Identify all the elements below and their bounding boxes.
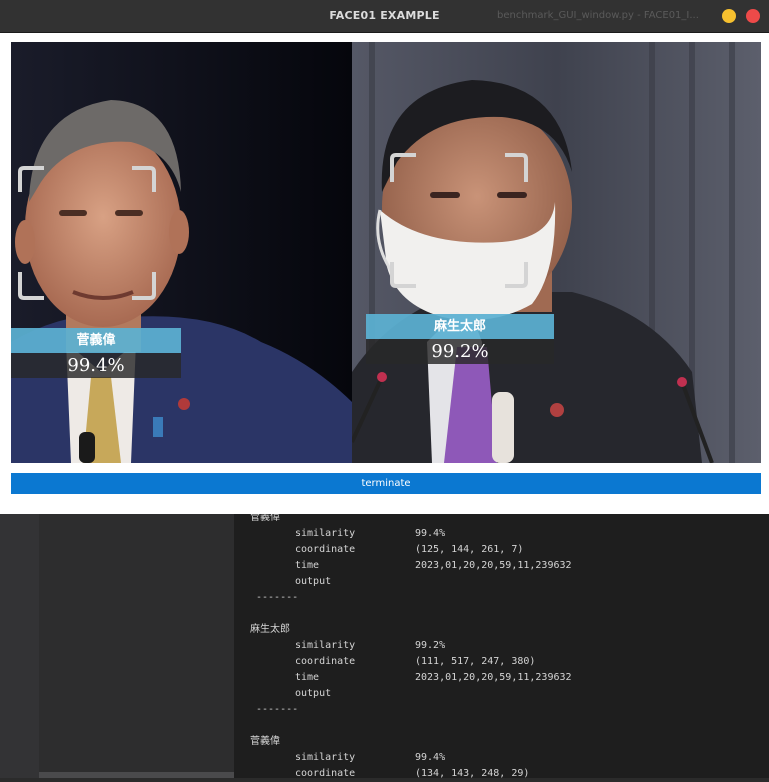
- video-frame-right: 麻生太郎 99.2%: [352, 42, 761, 463]
- log-field: output: [250, 686, 760, 702]
- face-name-label: 菅義偉: [11, 328, 181, 353]
- log-field-value: (111, 517, 247, 380): [415, 656, 536, 667]
- video-image-left: [11, 42, 352, 463]
- log-field-value: 99.4%: [415, 752, 446, 763]
- sidebar-scrollbar[interactable]: [39, 772, 234, 778]
- log-field: similarity 99.2%: [250, 638, 760, 654]
- face-similarity-score: 99.2%: [366, 339, 554, 364]
- log-field: coordinate (134, 143, 248, 29): [250, 766, 760, 782]
- log-separator: -------: [256, 592, 299, 603]
- window-title: FACE01 EXAMPLE: [329, 9, 440, 22]
- video-image-right: [352, 42, 761, 463]
- video-frame-left: 菅義偉 99.4%: [11, 42, 352, 463]
- log-field-key: output: [295, 576, 332, 587]
- log-field: similarity 99.4%: [250, 750, 760, 766]
- title-bar[interactable]: benchmark_GUI_window.py - FACE01_I... FA…: [0, 0, 769, 33]
- activity-bar: [0, 514, 39, 778]
- log-separator: -------: [256, 704, 299, 715]
- log-field-value: (134, 143, 248, 29): [415, 768, 530, 779]
- log-field-value: 2023,01,20,20,59,11,239632: [415, 560, 572, 571]
- log-field-key: coordinate: [295, 656, 356, 667]
- terminate-button[interactable]: terminate: [11, 473, 761, 494]
- close-button[interactable]: [746, 9, 760, 23]
- log-field-key: coordinate: [295, 768, 356, 779]
- log-field-key: similarity: [295, 752, 356, 763]
- log-entry-name: 菅義偉: [250, 736, 280, 747]
- log-field-key: time: [295, 672, 320, 683]
- explorer-sidebar: [39, 514, 234, 778]
- log-field: time 2023,01,20,20,59,11,239632: [250, 670, 760, 686]
- log-field-key: similarity: [295, 640, 356, 651]
- log-field-key: output: [295, 688, 332, 699]
- face-name-label: 麻生太郎: [366, 314, 554, 339]
- log-field-value: 99.2%: [415, 640, 446, 651]
- log-field: coordinate (125, 144, 261, 7): [250, 542, 760, 558]
- log-field: output: [250, 574, 760, 590]
- app-window: benchmark_GUI_window.py - FACE01_I... FA…: [0, 0, 769, 514]
- terminal-log: 菅義偉 similarity 99.4% coordinate (125, 144,…: [250, 510, 760, 782]
- log-field: coordinate (111, 517, 247, 380): [250, 654, 760, 670]
- log-field: similarity 99.4%: [250, 526, 760, 542]
- log-field-key: coordinate: [295, 544, 356, 555]
- face-similarity-score: 99.4%: [11, 353, 181, 378]
- log-entry-name: 麻生太郎: [250, 624, 290, 635]
- log-field-value: 2023,01,20,20,59,11,239632: [415, 672, 572, 683]
- log-field-key: time: [295, 560, 320, 571]
- log-field: time 2023,01,20,20,59,11,239632: [250, 558, 760, 574]
- log-field-value: (125, 144, 261, 7): [415, 544, 524, 555]
- minimize-button[interactable]: [722, 9, 736, 23]
- log-field-key: similarity: [295, 528, 356, 539]
- log-field-value: 99.4%: [415, 528, 446, 539]
